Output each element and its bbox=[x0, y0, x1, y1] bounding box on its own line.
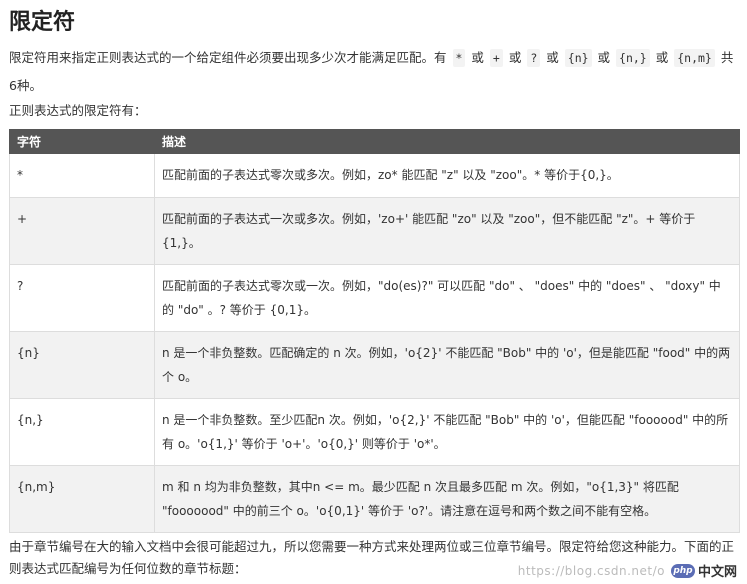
watermark-url: https://blog.csdn.net/o bbox=[517, 563, 665, 578]
symbol-cell: + bbox=[9, 197, 155, 265]
table-row: {n} n 是一个非负整数。匹配确定的 n 次。例如，'o{2}' 不能匹配 "… bbox=[9, 331, 740, 399]
symbol-cell: {n} bbox=[9, 331, 155, 399]
table-row: {n,m} m 和 n 均为非负整数，其中n <= m。最少匹配 n 次且最多匹… bbox=[9, 465, 740, 533]
quantifier-code: ? bbox=[527, 49, 541, 67]
watermark-site-name: 中文网 bbox=[697, 565, 737, 580]
description-cell: m 和 n 均为非负整数，其中n <= m。最少匹配 n 次且最多匹配 m 次。… bbox=[154, 465, 740, 533]
header-description: 描述 bbox=[154, 129, 740, 154]
quantifier-code: {n,m} bbox=[674, 49, 715, 67]
description-cell: n 是一个非负整数。至少匹配n 次。例如，'o{2,}' 不能匹配 "Bob" … bbox=[154, 398, 740, 466]
table-row: * 匹配前面的子表达式零次或多次。例如，zo* 能匹配 "z" 以及 "zoo"… bbox=[9, 153, 740, 198]
intro-paragraph: 限定符用来指定正则表达式的一个给定组件必须要出现多少次才能满足匹配。有 * 或 … bbox=[9, 49, 734, 93]
description-cell: n 是一个非负整数。匹配确定的 n 次。例如，'o{2}' 不能匹配 "Bob"… bbox=[154, 331, 740, 399]
symbol-cell: * bbox=[9, 153, 155, 198]
description-cell: 匹配前面的子表达式零次或一次。例如，"do(es)?" 可以匹配 "do" 、 … bbox=[154, 264, 740, 332]
header-symbol: 字符 bbox=[9, 129, 155, 154]
table-row: {n,} n 是一个非负整数。至少匹配n 次。例如，'o{2,}' 不能匹配 "… bbox=[9, 398, 740, 466]
quantifier-table: 字符 描述 * 匹配前面的子表达式零次或多次。例如，zo* 能匹配 "z" 以及… bbox=[9, 129, 740, 533]
page-title: 限定符 bbox=[9, 10, 76, 35]
symbol-cell: ? bbox=[9, 264, 155, 332]
table-row: ? 匹配前面的子表达式零次或一次。例如，"do(es)?" 可以匹配 "do" … bbox=[9, 264, 740, 332]
table-row: + 匹配前面的子表达式一次或多次。例如，'zo+' 能匹配 "zo" 以及 "z… bbox=[9, 197, 740, 265]
table-intro: 正则表达式的限定符有： bbox=[9, 103, 147, 118]
description-cell: 匹配前面的子表达式一次或多次。例如，'zo+' 能匹配 "zo" 以及 "zoo… bbox=[154, 197, 740, 265]
symbol-cell: {n,m} bbox=[9, 465, 155, 533]
symbol-cell: {n,} bbox=[9, 398, 155, 466]
quantifier-code: * bbox=[452, 49, 466, 67]
quantifier-code: + bbox=[489, 49, 503, 67]
quantifier-code: {n,} bbox=[616, 49, 650, 67]
watermark: https://blog.csdn.net/o php 中文网 bbox=[518, 561, 737, 580]
table-header-row: 字符 描述 bbox=[9, 129, 740, 154]
quantifier-code: {n} bbox=[564, 49, 592, 67]
php-logo-icon: php bbox=[670, 563, 695, 578]
description-cell: 匹配前面的子表达式零次或多次。例如，zo* 能匹配 "z" 以及 "zoo"。*… bbox=[154, 153, 740, 198]
